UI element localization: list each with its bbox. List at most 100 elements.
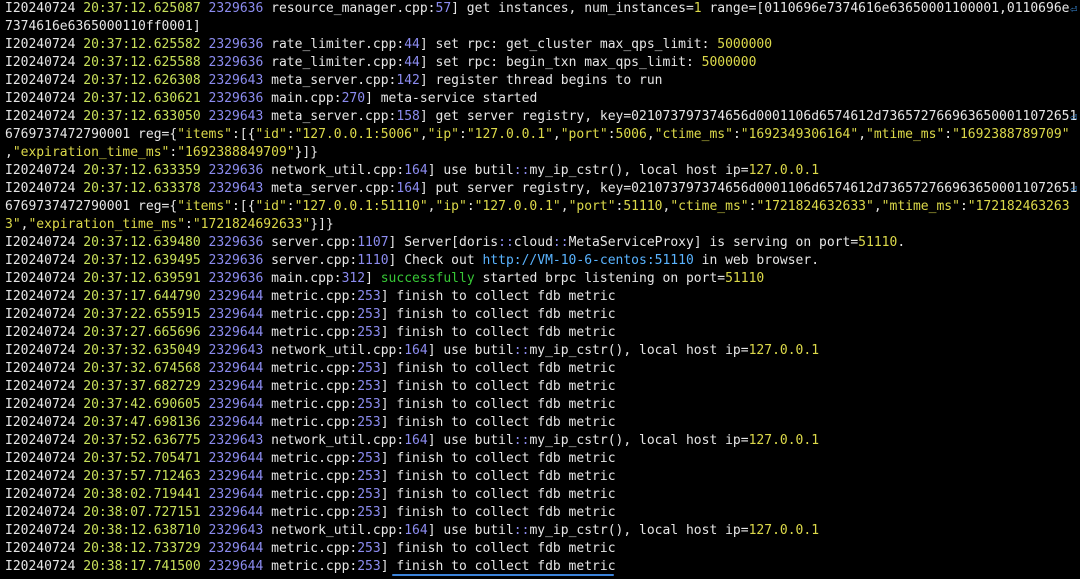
log-segment: 7374616e6365000110ff0001] xyxy=(5,19,201,34)
log-segment xyxy=(201,451,209,466)
log-segment: :: xyxy=(513,343,530,358)
log-segment: 2329636 xyxy=(208,271,264,286)
log-segment: I20240724 xyxy=(5,451,84,466)
log-line: I20240724 20:37:52.636775 2329643 networ… xyxy=(5,432,1080,450)
log-segment: metric.cpp: xyxy=(263,469,358,484)
log-segment: "172182463263 xyxy=(967,199,1070,214)
log-segment: "1692349306164" xyxy=(740,127,859,142)
log-segment: 20:37:12.626308 xyxy=(83,73,201,88)
log-segment: "1692388789709" xyxy=(952,127,1070,142)
log-segment: in web browser. xyxy=(693,253,820,268)
log-line: I20240724 20:37:27.665696 2329644 metric… xyxy=(5,324,1080,342)
log-segment: , xyxy=(646,127,655,142)
log-line: I20240724 20:37:12.639591 2329636 main.c… xyxy=(5,270,1080,288)
log-line: I20240724 20:37:12.625582 2329636 rate_l… xyxy=(5,36,1080,54)
log-line: I20240724 20:37:12.639495 2329636 server… xyxy=(5,252,1080,270)
log-segment: ] finish to collect fdb metric xyxy=(380,361,616,376)
log-segment: I20240724 xyxy=(5,487,84,502)
log-segment: my_ip_cstr(), local host ip= xyxy=(529,433,749,448)
log-segment: , xyxy=(858,127,867,142)
log-segment: , xyxy=(552,127,561,142)
log-segment: meta_server.cpp: xyxy=(263,181,397,196)
log-segment xyxy=(201,415,209,430)
terminal-output[interactable]: I20240724 20:37:12.625087 2329636 resour… xyxy=(0,0,1080,579)
log-segment: 20:37:37.682729 xyxy=(83,379,201,394)
log-segment: I20240724 xyxy=(5,415,84,430)
log-line: I20240724 20:37:12.639480 2329636 server… xyxy=(5,234,1080,252)
log-segment: "127.0.0.1:51110" xyxy=(294,199,428,214)
log-segment xyxy=(201,163,209,178)
log-segment xyxy=(201,1,209,16)
log-segment: "127.0.0.1" xyxy=(474,199,561,214)
log-segment: metric.cpp: xyxy=(263,559,358,574)
log-segment: 2329636 xyxy=(208,55,264,70)
log-segment: :: xyxy=(513,523,530,538)
log-segment: 6769737472790001 reg={ xyxy=(5,127,178,142)
log-segment: "ctime_ms" xyxy=(654,127,733,142)
log-segment: 253 xyxy=(357,559,381,574)
log-segment: 164 xyxy=(396,181,420,196)
log-line: 6769737472790001 reg={"items":[{"id":"12… xyxy=(5,126,1080,144)
log-segment: rate_limiter.cpp: xyxy=(263,37,405,52)
log-segment: 20:37:17.644790 xyxy=(83,289,201,304)
log-segment: my_ip_cstr(), local host ip= xyxy=(529,163,749,178)
log-lines: I20240724 20:37:12.625087 2329636 resour… xyxy=(5,0,1080,576)
log-segment: http://VM-10-6-centos:51110 xyxy=(482,253,694,268)
log-segment: I20240724 xyxy=(5,397,84,412)
log-segment: 20:37:12.633050 xyxy=(83,109,201,124)
log-segment: ] finish to collect fdb metric xyxy=(380,397,616,412)
log-segment: "mtime_ms" xyxy=(866,127,945,142)
log-segment: I20240724 xyxy=(5,37,84,52)
log-segment: metric.cpp: xyxy=(263,451,358,466)
log-segment: : xyxy=(959,199,968,214)
log-segment: ] get server registry, key=0210737973746… xyxy=(419,109,1078,124)
log-segment: 2329636 xyxy=(208,253,264,268)
log-segment: MetaServiceProxy] is serving on port= xyxy=(568,235,859,250)
log-line: I20240724 20:37:12.626308 2329643 meta_s… xyxy=(5,72,1080,90)
log-segment: ] xyxy=(365,271,381,286)
log-segment: 127.0.0.1 xyxy=(748,163,820,178)
log-segment xyxy=(201,181,209,196)
log-segment: ] use butil xyxy=(427,433,514,448)
log-segment: I20240724 xyxy=(5,91,84,106)
log-segment: 164 xyxy=(404,163,428,178)
line-wrap-icon: ⏎ xyxy=(1070,182,1078,196)
log-segment: , xyxy=(5,145,13,160)
log-segment: I20240724 xyxy=(5,541,84,556)
log-line: I20240724 20:37:12.625087 2329636 resour… xyxy=(5,0,1080,18)
log-segment xyxy=(201,37,209,52)
log-segment: metric.cpp: xyxy=(263,325,358,340)
log-segment: I20240724 xyxy=(5,109,84,124)
log-segment: network_util.cpp: xyxy=(263,523,405,538)
log-segment: 44 xyxy=(404,55,420,70)
log-segment: : xyxy=(732,127,741,142)
log-segment xyxy=(201,55,209,70)
log-segment: :: xyxy=(513,433,530,448)
log-segment: ] finish to collect fdb metric xyxy=(380,505,616,520)
log-segment: "ctime_ms" xyxy=(670,199,749,214)
log-segment: , xyxy=(427,199,436,214)
log-segment: I20240724 xyxy=(5,523,84,538)
log-segment: my_ip_cstr(), local host ip= xyxy=(529,343,749,358)
log-line: I20240724 20:37:22.655915 2329644 metric… xyxy=(5,306,1080,324)
log-segment: 57 xyxy=(435,1,452,16)
log-segment: I20240724 xyxy=(5,163,84,178)
line-wrap-icon: ⏎ xyxy=(1070,110,1078,124)
log-segment xyxy=(201,325,209,340)
log-segment: "port" xyxy=(568,199,616,214)
log-segment: 5000000 xyxy=(717,37,773,52)
log-segment: , xyxy=(419,127,428,142)
log-segment: }]} xyxy=(310,217,334,232)
log-segment: I20240724 xyxy=(5,325,84,340)
log-segment: 2329644 xyxy=(208,307,264,322)
log-segment xyxy=(201,91,209,106)
log-segment: : xyxy=(466,199,475,214)
log-segment: 20:37:27.665696 xyxy=(83,325,201,340)
log-segment: 253 xyxy=(357,325,381,340)
log-segment: 51110 xyxy=(725,271,765,286)
log-segment: I20240724 xyxy=(5,505,84,520)
log-segment: 20:38:02.719441 xyxy=(83,487,201,502)
log-segment: 20:37:52.705471 xyxy=(83,451,201,466)
log-segment: 44 xyxy=(404,37,420,52)
log-segment: 51110 xyxy=(858,235,898,250)
